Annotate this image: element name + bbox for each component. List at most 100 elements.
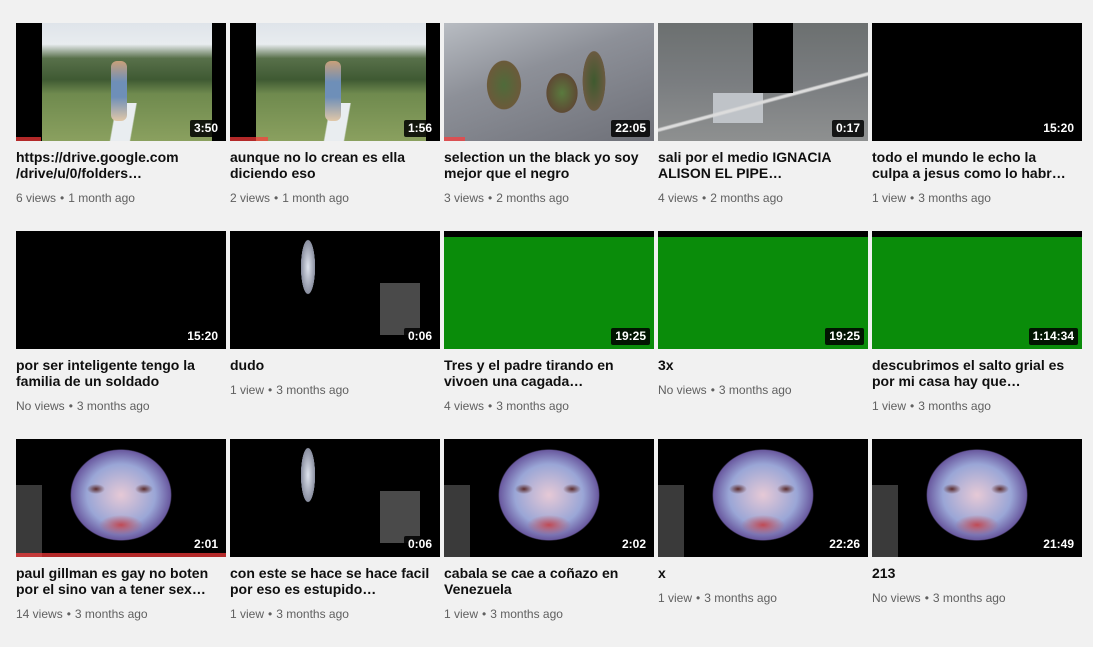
video-metadata: 1 view • 3 months ago xyxy=(230,381,440,399)
video-metadata: 14 views • 3 months ago xyxy=(16,605,226,623)
upload-age: 2 months ago xyxy=(710,191,783,205)
video-card[interactable]: 21:49 213 No views • 3 months ago xyxy=(872,439,1082,647)
view-count: 1 view xyxy=(872,191,907,205)
video-card[interactable]: 1:14:34 descubrimos el salto grial es po… xyxy=(872,231,1082,439)
separator-dot: • xyxy=(910,191,915,205)
video-title[interactable]: cabala se cae a coñazo en Venezuela xyxy=(444,565,654,597)
video-metadata: 1 view • 3 months ago xyxy=(872,189,1082,207)
video-metadata: 2 views • 1 month ago xyxy=(230,189,440,207)
separator-dot: • xyxy=(268,383,273,397)
view-count: 4 views xyxy=(444,399,485,413)
upload-age: 3 months ago xyxy=(918,399,991,413)
duration-badge: 22:26 xyxy=(825,536,864,553)
video-thumbnail[interactable]: 15:20 xyxy=(16,231,226,349)
video-card[interactable]: 0:17 sali por el medio IGNACIA ALISON EL… xyxy=(658,23,868,231)
duration-badge: 0:06 xyxy=(403,328,436,345)
view-count: 1 view xyxy=(872,399,907,413)
separator-dot: • xyxy=(66,607,71,621)
video-thumbnail[interactable]: 22:05 xyxy=(444,23,654,141)
duration-badge: 15:20 xyxy=(1039,120,1078,137)
video-card[interactable]: 19:25 Tres y el padre tirando en vivoen … xyxy=(444,231,654,439)
video-card[interactable]: 1:56 aunque no lo crean es ella diciendo… xyxy=(230,23,440,231)
video-title[interactable]: todo el mundo le echo la culpa a jesus c… xyxy=(872,149,1082,181)
view-count: 1 view xyxy=(444,607,479,621)
video-thumbnail[interactable]: 21:49 xyxy=(872,439,1082,557)
video-metadata: 3 views • 2 months ago xyxy=(444,189,654,207)
video-thumbnail[interactable]: 0:06 xyxy=(230,439,440,557)
duration-badge: 1:14:34 xyxy=(1028,328,1078,345)
separator-dot: • xyxy=(60,191,65,205)
upload-age: 3 months ago xyxy=(918,191,991,205)
duration-badge: 22:05 xyxy=(611,120,650,137)
video-title[interactable]: x xyxy=(658,565,868,581)
separator-dot: • xyxy=(482,607,487,621)
video-metadata: No views • 3 months ago xyxy=(16,397,226,415)
video-title[interactable]: 3x xyxy=(658,357,868,373)
video-title[interactable]: Tres y el padre tirando en vivoen una ca… xyxy=(444,357,654,389)
duration-badge: 0:06 xyxy=(403,536,436,553)
upload-age: 3 months ago xyxy=(74,607,148,621)
video-thumbnail[interactable]: 1:14:34 xyxy=(872,231,1082,349)
video-metadata: No views • 3 months ago xyxy=(658,381,868,399)
duration-badge: 1:56 xyxy=(403,120,436,137)
video-thumbnail[interactable]: 0:17 xyxy=(658,23,868,141)
view-count: 4 views xyxy=(658,191,699,205)
watch-progress-bar xyxy=(444,137,465,141)
video-card[interactable]: 19:25 3x No views • 3 months ago xyxy=(658,231,868,439)
video-card[interactable]: 2:02 cabala se cae a coñazo en Venezuela… xyxy=(444,439,654,647)
separator-dot: • xyxy=(910,399,915,413)
video-thumbnail[interactable]: 19:25 xyxy=(444,231,654,349)
video-card[interactable]: 0:06 dudo 1 view • 3 months ago xyxy=(230,231,440,439)
video-title[interactable]: dudo xyxy=(230,357,440,373)
upload-age: 3 months ago xyxy=(276,383,349,397)
video-title[interactable]: 213 xyxy=(872,565,1082,581)
separator-dot: • xyxy=(268,607,273,621)
video-card[interactable]: 22:05 selection un the black yo soy mejo… xyxy=(444,23,654,231)
video-title[interactable]: sali por el medio IGNACIA ALISON EL PIPE… xyxy=(658,149,868,181)
separator-dot: • xyxy=(488,399,493,413)
video-thumbnail[interactable]: 0:06 xyxy=(230,231,440,349)
video-title[interactable]: por ser inteligente tengo la familia de … xyxy=(16,357,226,389)
video-grid: 3:50 https://drive.google.com /drive/u/0… xyxy=(16,23,1082,647)
video-thumbnail[interactable]: 19:25 xyxy=(658,231,868,349)
video-card[interactable]: 0:06 con este se hace se hace facil por … xyxy=(230,439,440,647)
video-title[interactable]: aunque no lo crean es ella diciendo eso xyxy=(230,149,440,181)
upload-age: 2 months ago xyxy=(496,191,569,205)
view-count: 14 views xyxy=(16,607,63,621)
video-thumbnail[interactable]: 3:50 xyxy=(16,23,226,141)
upload-age: 3 months ago xyxy=(276,607,349,621)
view-count: 6 views xyxy=(16,191,57,205)
view-count: 1 view xyxy=(230,383,265,397)
watch-progress-bar xyxy=(230,137,268,141)
video-card[interactable]: 15:20 todo el mundo le echo la culpa a j… xyxy=(872,23,1082,231)
duration-badge: 3:50 xyxy=(189,120,222,137)
video-title[interactable]: selection un the black yo soy mejor que … xyxy=(444,149,654,181)
video-card[interactable]: 22:26 x 1 view • 3 months ago xyxy=(658,439,868,647)
video-thumbnail[interactable]: 15:20 xyxy=(872,23,1082,141)
video-thumbnail[interactable]: 2:02 xyxy=(444,439,654,557)
duration-badge: 15:20 xyxy=(183,328,222,345)
video-metadata: 1 view • 3 months ago xyxy=(658,589,868,607)
upload-age: 3 months ago xyxy=(932,591,1006,605)
video-title[interactable]: https://drive.google.com /drive/u/0/fold… xyxy=(16,149,226,181)
video-title[interactable]: paul gillman es gay no boten por el sino… xyxy=(16,565,226,597)
video-card[interactable]: 3:50 https://drive.google.com /drive/u/0… xyxy=(16,23,226,231)
duration-badge: 19:25 xyxy=(611,328,650,345)
video-title[interactable]: descubrimos el salto grial es por mi cas… xyxy=(872,357,1082,389)
upload-age: 1 month ago xyxy=(282,191,349,205)
upload-age: 3 months ago xyxy=(76,399,150,413)
view-count: No views xyxy=(658,383,707,397)
video-title[interactable]: con este se hace se hace facil por eso e… xyxy=(230,565,440,597)
video-card[interactable]: 2:01 paul gillman es gay no boten por el… xyxy=(16,439,226,647)
video-card[interactable]: 15:20 por ser inteligente tengo la famil… xyxy=(16,231,226,439)
video-metadata: 1 view • 3 months ago xyxy=(444,605,654,623)
watch-progress-bar xyxy=(16,137,42,141)
video-metadata: 6 views • 1 month ago xyxy=(16,189,226,207)
video-thumbnail[interactable]: 2:01 xyxy=(16,439,226,557)
video-thumbnail[interactable]: 1:56 xyxy=(230,23,440,141)
view-count: 2 views xyxy=(230,191,271,205)
view-count: 1 view xyxy=(230,607,265,621)
video-metadata: 1 view • 3 months ago xyxy=(230,605,440,623)
video-thumbnail[interactable]: 22:26 xyxy=(658,439,868,557)
view-count: 3 views xyxy=(444,191,485,205)
